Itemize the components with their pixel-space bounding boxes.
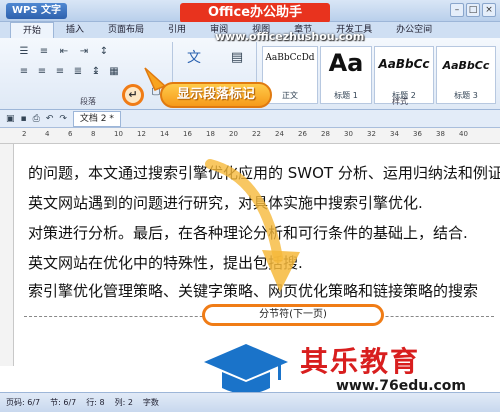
- text-tools-icon[interactable]: 文: [184, 51, 204, 65]
- ruler-tick: 36: [413, 130, 422, 138]
- ruler-tick: 40: [459, 130, 468, 138]
- ruler-tick: 26: [298, 130, 307, 138]
- document-page[interactable]: 的问题，本文通过搜索引擎优化应用的 SWOT 分析、运用归纳法和例证 英文网站遇…: [14, 144, 500, 366]
- status-row: 行: 8: [86, 398, 105, 407]
- style-heading-3[interactable]: AaBbCc 标题 3: [436, 46, 496, 104]
- status-bar: 页码: 6/7 节: 6/7 行: 8 列: 2 字数: [0, 392, 500, 412]
- watermark-banner: Office办公助手: [180, 3, 330, 23]
- ruler-tick: 22: [252, 130, 261, 138]
- align-left-icon[interactable]: ≡: [18, 66, 30, 78]
- style-heading-1[interactable]: Aa 标题 1: [320, 46, 372, 104]
- app-menu-button[interactable]: WPS 文字▼: [6, 3, 206, 29]
- tab-insert[interactable]: 插入: [54, 22, 96, 38]
- title-bar: WPS 文字▼ Office办公助手 – □ ×: [0, 0, 500, 29]
- ruler-tick: 34: [390, 130, 399, 138]
- tooltip-show-paragraph-marks: 显示段落标记: [160, 82, 272, 108]
- ruler-tick: 2: [22, 130, 27, 138]
- ruler-tick: 28: [321, 130, 330, 138]
- line-spacing-icon[interactable]: ↨: [90, 66, 102, 78]
- app-name: WPS 文字: [12, 5, 62, 16]
- increase-indent-icon[interactable]: ⇥: [78, 46, 90, 58]
- graduation-cap-logo: [204, 344, 288, 394]
- sort-icon[interactable]: ↕: [98, 46, 110, 58]
- numbering-icon[interactable]: ≡: [38, 46, 50, 58]
- ruler-tick: 30: [344, 130, 353, 138]
- ruler-tick: 32: [367, 130, 376, 138]
- minimize-icon[interactable]: –: [450, 3, 464, 17]
- horizontal-ruler: 2 4 6 8 10 12 14 16 18 20 22 24 26 28 30…: [0, 128, 500, 144]
- maximize-icon[interactable]: □: [466, 3, 480, 17]
- document-tab[interactable]: 文档 2 *: [72, 110, 121, 127]
- justify-icon[interactable]: ≣: [72, 66, 84, 78]
- paragraph-group-label: 段落: [80, 97, 96, 106]
- print-icon[interactable]: ⎙: [33, 114, 40, 124]
- ruler-tick: 8: [91, 130, 96, 138]
- pointer-arrow: [205, 159, 300, 292]
- status-words[interactable]: 字数: [143, 397, 159, 408]
- ruler-tick: 18: [206, 130, 215, 138]
- ruler-tick: 16: [183, 130, 192, 138]
- folder-icon[interactable]: ▣: [6, 114, 15, 124]
- section-break-label: 分节符(下一页): [202, 304, 384, 326]
- paragraph-mark-icon: ↵: [128, 88, 138, 101]
- ruler-tick: 10: [114, 130, 123, 138]
- status-section: 节: 6/7: [50, 398, 77, 407]
- watermark-name: 其乐教育: [300, 345, 421, 378]
- align-center-icon[interactable]: ≡: [36, 66, 48, 78]
- tab-home[interactable]: 开始: [10, 22, 55, 38]
- redo-icon[interactable]: ↷: [59, 114, 67, 124]
- undo-icon[interactable]: ↶: [46, 114, 54, 124]
- ruler-tick: 20: [229, 130, 238, 138]
- ruler-tick: 24: [275, 130, 284, 138]
- tab-references[interactable]: 引用: [156, 22, 198, 38]
- document-tab-bar: ▣ ▪ ⎙ ↶ ↷ 文档 2 *: [0, 110, 500, 128]
- ruler-tick: 38: [436, 130, 445, 138]
- bullets-icon[interactable]: ☰: [18, 46, 30, 58]
- ruler-tick: 4: [45, 130, 50, 138]
- close-icon[interactable]: ×: [482, 3, 496, 17]
- new-style-icon[interactable]: ▤: [228, 51, 246, 64]
- tab-office-space[interactable]: 办公空间: [384, 22, 444, 38]
- align-right-icon[interactable]: ≡: [54, 66, 66, 78]
- ruler-tick: 12: [137, 130, 146, 138]
- ruler-tick: 14: [160, 130, 169, 138]
- vertical-ruler: [0, 144, 14, 366]
- save-icon[interactable]: ▪: [21, 114, 27, 124]
- shading-icon[interactable]: ▦: [108, 66, 120, 78]
- styles-group-label: 样式: [392, 97, 408, 106]
- status-page: 页码: 6/7: [6, 398, 41, 407]
- ruler-tick: 6: [68, 130, 73, 138]
- decrease-indent-icon[interactable]: ⇤: [58, 46, 70, 58]
- url-watermark: www.officezhushou.com: [215, 30, 365, 43]
- window-controls: – □ ×: [450, 3, 496, 17]
- tab-page-layout[interactable]: 页面布局: [96, 22, 156, 38]
- status-column: 列: 2: [114, 398, 133, 407]
